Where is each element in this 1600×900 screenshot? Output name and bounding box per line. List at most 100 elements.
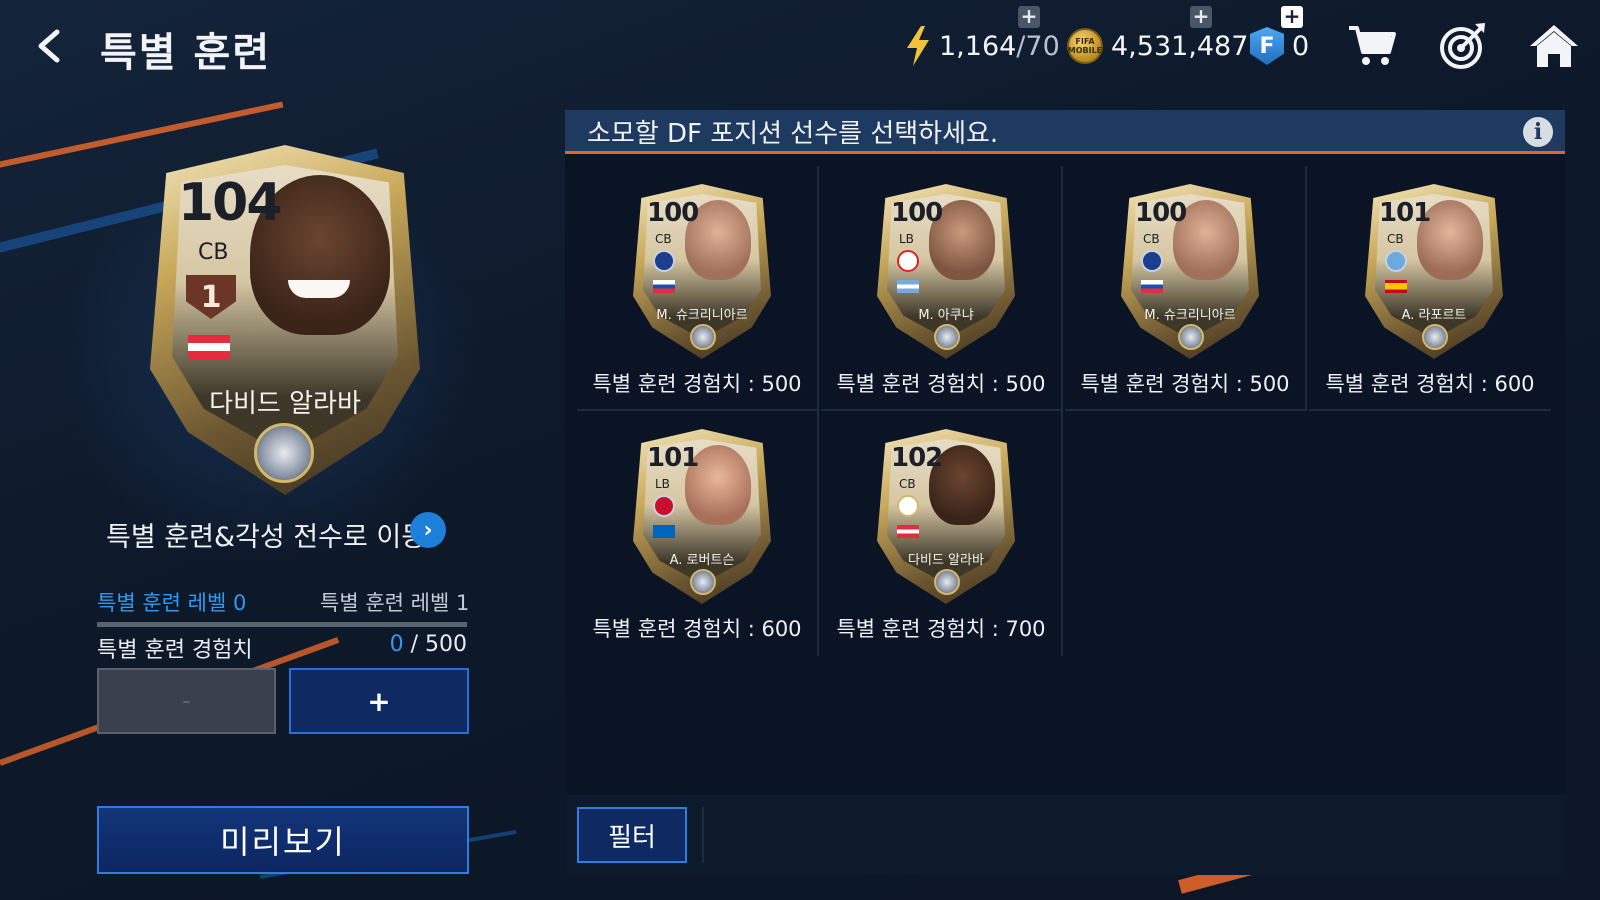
player-ovr: 101	[1379, 198, 1431, 228]
player-position: CB	[655, 232, 672, 246]
player-card[interactable]: 101 CB A. 라포르트	[1365, 184, 1503, 359]
back-button[interactable]	[28, 24, 68, 68]
fifa-points-counter[interactable]: F 0	[1250, 24, 1309, 68]
nation-flag-icon	[897, 525, 919, 538]
panel-header: 소모할 DF 포지션 선수를 선택하세요. i	[565, 110, 1565, 154]
player-name: M. 슈크리니아르	[1144, 308, 1236, 323]
info-icon[interactable]: i	[1523, 117, 1553, 147]
player-cell[interactable]: 102 CB 다비드 알라바 특별 훈련 경험치 : 700	[821, 411, 1063, 656]
decrease-button[interactable]: -	[97, 668, 276, 734]
nation-flag-icon	[1385, 280, 1407, 293]
current-level-label: 특별 훈련 레벨 0	[97, 591, 247, 615]
club-badge-icon	[897, 495, 919, 517]
selected-player-card[interactable]: 104 CB 1 다비드 알라바	[150, 145, 420, 495]
add-fifa-points-button[interactable]: +	[1281, 6, 1303, 28]
diamond-gem-icon	[690, 569, 716, 595]
add-energy-button[interactable]: +	[1018, 6, 1040, 28]
xp-label: 특별 훈련 경험치	[97, 638, 253, 663]
page-title: 특별 훈련	[100, 30, 272, 76]
diamond-gem-icon	[690, 324, 716, 350]
player-cell[interactable]: 100 CB M. 슈크리니아르 특별 훈련 경험치 : 500	[577, 166, 819, 411]
player-cell[interactable]: 101 LB A. 로버트슨 특별 훈련 경험치 : 600	[577, 411, 819, 656]
home-icon	[1530, 25, 1578, 67]
player-cell[interactable]: 101 CB A. 라포르트 특별 훈련 경험치 : 600	[1309, 166, 1551, 411]
player-name: M. 아쿠냐	[918, 308, 974, 323]
panel-footer	[565, 795, 1565, 875]
diamond-gem-icon	[1422, 324, 1448, 350]
increase-button[interactable]: +	[289, 668, 469, 734]
club-badge-icon	[653, 250, 675, 272]
player-position: CB	[1143, 232, 1160, 246]
player-name: M. 슈크리니아르	[656, 308, 748, 323]
card-xp-value: 특별 훈련 경험치 : 500	[1080, 372, 1290, 396]
player-position: LB	[899, 232, 914, 246]
xp-current: 0	[389, 632, 404, 657]
player-ovr: 100	[1135, 198, 1187, 228]
fifa-points-icon: F	[1250, 27, 1284, 65]
nation-flag-icon	[1141, 280, 1163, 293]
lightning-icon	[905, 26, 931, 66]
diamond-gem-icon	[1178, 324, 1204, 350]
diamond-gem-icon	[934, 324, 960, 350]
player-position: CB	[198, 240, 229, 265]
preview-button[interactable]: 미리보기	[97, 806, 469, 874]
xp-value: 0 / 500	[390, 632, 467, 657]
player-name: 다비드 알라바	[209, 389, 361, 419]
home-button[interactable]	[1528, 20, 1580, 72]
player-name: A. 로버트슨	[669, 553, 735, 568]
player-position: CB	[1387, 232, 1404, 246]
instruction-text: 소모할 DF 포지션 선수를 선택하세요.	[587, 119, 999, 149]
energy-max: /70	[1016, 30, 1060, 62]
player-card[interactable]: 100 CB M. 슈크리니아르	[1121, 184, 1259, 359]
card-xp-value: 특별 훈련 경험치 : 600	[1325, 372, 1535, 396]
cart-icon	[1349, 26, 1396, 65]
next-level-label: 특별 훈련 레벨 1	[320, 591, 470, 615]
selected-player-panel: 104 CB 1 다비드 알라바 특별 훈련&각성 전수로 이동 › 특별 훈련…	[0, 90, 560, 900]
player-card[interactable]: 101 LB A. 로버트슨	[633, 429, 771, 604]
card-xp-value: 특별 훈련 경험치 : 600	[592, 617, 802, 641]
player-ovr: 100	[891, 198, 943, 228]
player-ovr: 100	[647, 198, 699, 228]
top-bar: 특별 훈련 1,164/70 + FIFA MOBILE 4,531,487 +…	[0, 0, 1600, 90]
coin-icon: FIFA MOBILE	[1067, 28, 1103, 64]
club-badge-icon	[1141, 250, 1163, 272]
card-xp-value: 특별 훈련 경험치 : 500	[836, 372, 1046, 396]
diamond-gem-icon	[934, 569, 960, 595]
player-name: A. 라포르트	[1401, 308, 1467, 323]
level-progress-bar	[97, 622, 467, 627]
club-badge-icon	[897, 250, 919, 272]
player-position: CB	[899, 477, 916, 491]
cart-button[interactable]	[1346, 20, 1398, 72]
goto-training-text[interactable]: 특별 훈련&각성 전수로 이동	[106, 515, 426, 554]
fifa-points-value: 0	[1292, 30, 1310, 62]
nation-flag-icon	[653, 280, 675, 293]
add-coins-button[interactable]: +	[1190, 6, 1212, 28]
nation-flag-icon	[188, 335, 230, 359]
player-card[interactable]: 102 CB 다비드 알라바	[877, 429, 1015, 604]
card-xp-value: 특별 훈련 경험치 : 500	[592, 372, 802, 396]
player-ovr: 101	[647, 443, 699, 473]
player-cell[interactable]: 100 LB M. 아쿠냐 특별 훈련 경험치 : 500	[821, 166, 1063, 411]
player-ovr: 102	[891, 443, 943, 473]
card-xp-value: 특별 훈련 경험치 : 700	[836, 617, 1046, 641]
target-button[interactable]	[1436, 20, 1488, 72]
player-card[interactable]: 100 CB M. 슈크리니아르	[633, 184, 771, 359]
club-badge-icon	[1385, 250, 1407, 272]
goto-arrow-button[interactable]: ›	[410, 512, 446, 548]
filter-button[interactable]: 필터	[577, 807, 687, 863]
coin-value: 4,531,487	[1111, 30, 1249, 62]
material-selection-panel: 소모할 DF 포지션 선수를 선택하세요. i 100 CB M. 슈크리니아르…	[565, 110, 1565, 875]
player-name: 다비드 알라바	[908, 553, 984, 568]
player-card[interactable]: 100 LB M. 아쿠냐	[877, 184, 1015, 359]
player-position: LB	[655, 477, 670, 491]
xp-total: / 500	[403, 632, 467, 657]
energy-counter[interactable]: 1,164/70	[905, 24, 1060, 68]
nation-flag-icon	[653, 525, 675, 538]
club-badge-icon	[653, 495, 675, 517]
player-cell[interactable]: 100 CB M. 슈크리니아르 특별 훈련 경험치 : 500	[1065, 166, 1307, 411]
target-icon	[1440, 23, 1485, 69]
footer-divider	[702, 807, 704, 863]
energy-value: 1,164	[939, 30, 1017, 62]
player-ovr: 104	[178, 173, 283, 233]
coin-counter[interactable]: FIFA MOBILE 4,531,487	[1067, 24, 1248, 68]
